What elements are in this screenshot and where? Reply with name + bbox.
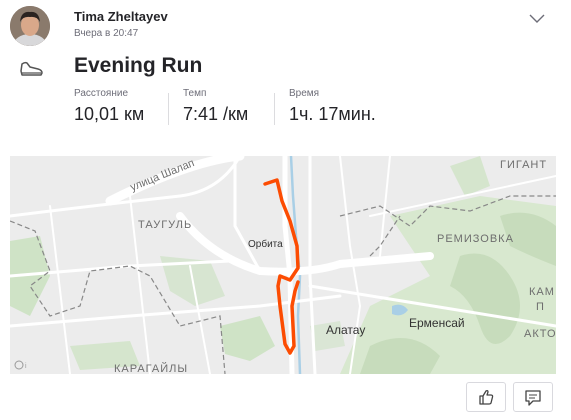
stat-time-value: 1ч. 17мин. (289, 104, 376, 124)
activity-timestamp: Вчера в 20:47 (74, 28, 139, 39)
stat-distance-value: 10,01 км (74, 104, 145, 124)
map-label-remizovka: РЕМИЗОВКА (437, 233, 514, 245)
map-label-akto: АКТО (524, 328, 556, 340)
thumbs-up-icon (479, 390, 494, 405)
stat-time: Время 1ч. 17мин. (289, 88, 376, 125)
stat-divider (274, 93, 275, 125)
avatar[interactable] (10, 6, 50, 46)
stat-divider (168, 93, 169, 125)
kudos-button[interactable] (466, 382, 506, 412)
map-label-kam: КАМ (529, 286, 555, 298)
athlete-name[interactable]: Tima Zheltayev (74, 9, 168, 24)
stat-pace: Темп 7:41 /км (183, 88, 248, 125)
map-label-orbita: Орбита (248, 238, 283, 250)
stat-pace-value: 7:41 /км (183, 104, 249, 124)
map-label-karagayly: КАРАГАЙЛЫ (114, 362, 188, 374)
stat-distance: Расстояние 10,01 км (74, 88, 144, 125)
stat-distance-label: Расстояние (74, 88, 129, 99)
map-label-taugul: ТАУГУЛЬ (138, 219, 192, 231)
map-label-ermensay: Ерменсай (409, 316, 465, 330)
run-shoe-icon (18, 56, 44, 78)
stat-time-label: Время (289, 88, 320, 99)
activity-title[interactable]: Evening Run (74, 54, 202, 78)
map-label-gigant: ГИГАНТ (500, 159, 547, 171)
map-label-p: П (536, 301, 544, 313)
comment-icon (525, 390, 541, 406)
map-label-alatau: Алатау (326, 323, 365, 337)
comment-button[interactable] (513, 382, 553, 412)
chevron-down-icon[interactable] (528, 12, 546, 24)
route-map[interactable]: улица Шалап ТАУГУЛЬ Орбита РЕМИЗОВКА Ала… (10, 156, 556, 374)
stat-pace-label: Темп (183, 88, 207, 99)
